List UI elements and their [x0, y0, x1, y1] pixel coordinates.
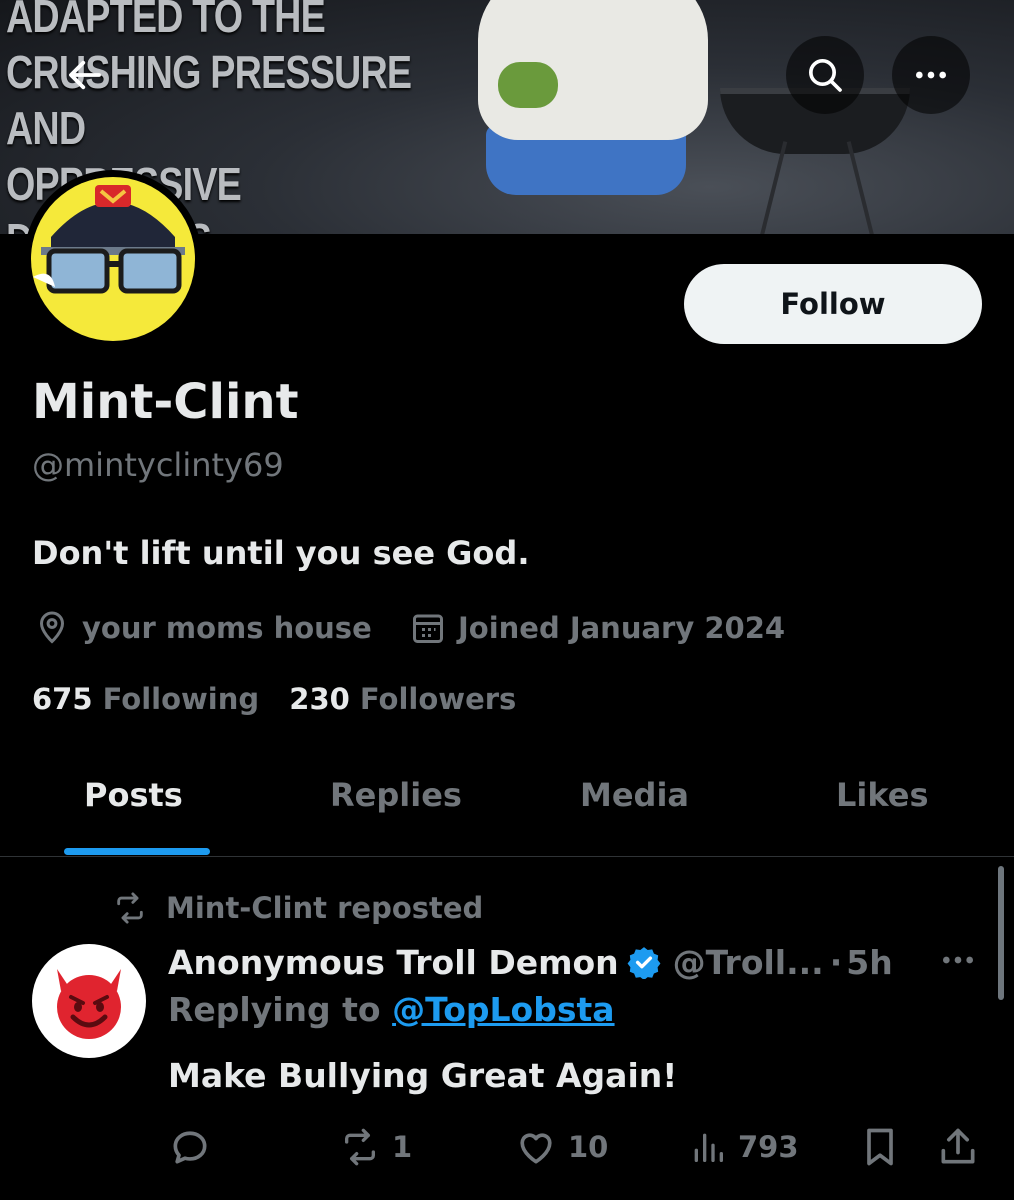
- repost-icon: [117, 892, 143, 924]
- post-separator: ·: [829, 942, 843, 982]
- profile-avatar[interactable]: [24, 170, 202, 348]
- repost-icon: [345, 1128, 375, 1166]
- share-button[interactable]: [936, 1124, 980, 1170]
- followers-count: 230: [289, 682, 350, 716]
- profile-joined: Joined January 2024: [410, 608, 785, 648]
- post-author-name[interactable]: Anonymous Troll Demon: [168, 943, 619, 982]
- repost-label[interactable]: Mint-Clint reposted: [166, 891, 483, 925]
- banner-grill-leg: [756, 141, 788, 234]
- post-author-handle[interactable]: @Troll...: [673, 943, 824, 982]
- views-count: 793: [738, 1130, 799, 1164]
- back-button[interactable]: [46, 36, 124, 114]
- location-text: your moms house: [82, 611, 372, 645]
- following-label: Following: [102, 682, 260, 716]
- more-horizontal-icon: [916, 71, 946, 79]
- tab-likes[interactable]: Likes: [836, 776, 929, 814]
- tab-posts[interactable]: Posts: [84, 776, 183, 814]
- bookmark-icon: [867, 1128, 893, 1166]
- banner-figure-arm: [498, 62, 558, 108]
- reply-button[interactable]: [168, 1124, 222, 1170]
- followers-link[interactable]: 230 Followers: [289, 682, 516, 716]
- reply-bubble-icon: [173, 1131, 207, 1164]
- duck-pilot-avatar: [31, 177, 195, 341]
- follow-button[interactable]: Follow: [684, 264, 982, 344]
- followers-label: Followers: [359, 682, 517, 716]
- replying-to: Replying to @TopLobsta: [168, 990, 615, 1029]
- calendar-icon: [413, 614, 443, 643]
- repost-count: 1: [392, 1130, 413, 1164]
- post-more-button[interactable]: [938, 940, 978, 988]
- profile-location: your moms house: [34, 608, 372, 648]
- post-text: Make Bullying Great Again!: [168, 1056, 678, 1095]
- bookmark-button[interactable]: [858, 1124, 902, 1170]
- active-tab-indicator: [64, 848, 210, 855]
- tabs-divider: [0, 856, 1014, 857]
- scrollbar-thumb[interactable]: [998, 866, 1004, 1000]
- post-author-avatar[interactable]: [32, 944, 146, 1058]
- like-count: 10: [568, 1130, 609, 1164]
- tab-media[interactable]: Media: [580, 776, 689, 814]
- profile-handle: @mintyclinty69: [32, 446, 284, 484]
- search-icon: [809, 59, 842, 92]
- repost-button[interactable]: 1: [338, 1124, 412, 1170]
- location-pin-icon: [39, 611, 65, 644]
- more-options-button[interactable]: [892, 36, 970, 114]
- tab-replies[interactable]: Replies: [330, 776, 462, 814]
- share-upload-icon: [941, 1128, 975, 1164]
- profile-bio: Don't lift until you see God.: [32, 534, 530, 572]
- repost-indicator: Mint-Clint reposted: [110, 888, 483, 928]
- smiling-devil-icon: [57, 969, 121, 1039]
- like-button[interactable]: 10: [514, 1124, 608, 1170]
- arrow-left-icon: [69, 60, 101, 90]
- views-bar-chart-icon: [694, 1133, 723, 1162]
- banner-grill-leg: [846, 141, 878, 234]
- post-timestamp[interactable]: 5h: [846, 943, 892, 982]
- following-count: 675: [32, 682, 93, 716]
- search-button[interactable]: [786, 36, 864, 114]
- heart-icon: [520, 1133, 552, 1164]
- more-horizontal-icon: [943, 956, 973, 964]
- joined-text: Joined January 2024: [458, 611, 786, 645]
- post-header: Anonymous Troll Demon @Troll... · 5h: [168, 938, 893, 986]
- following-link[interactable]: 675 Following: [32, 682, 259, 716]
- profile-display-name: Mint-Clint: [32, 374, 299, 430]
- replying-prefix: Replying to: [168, 990, 381, 1029]
- views-button[interactable]: 793: [688, 1124, 799, 1170]
- verified-badge-icon: [627, 947, 661, 979]
- profile-stats: 675 Following 230 Followers: [32, 682, 516, 716]
- replying-to-link[interactable]: @TopLobsta: [392, 990, 614, 1029]
